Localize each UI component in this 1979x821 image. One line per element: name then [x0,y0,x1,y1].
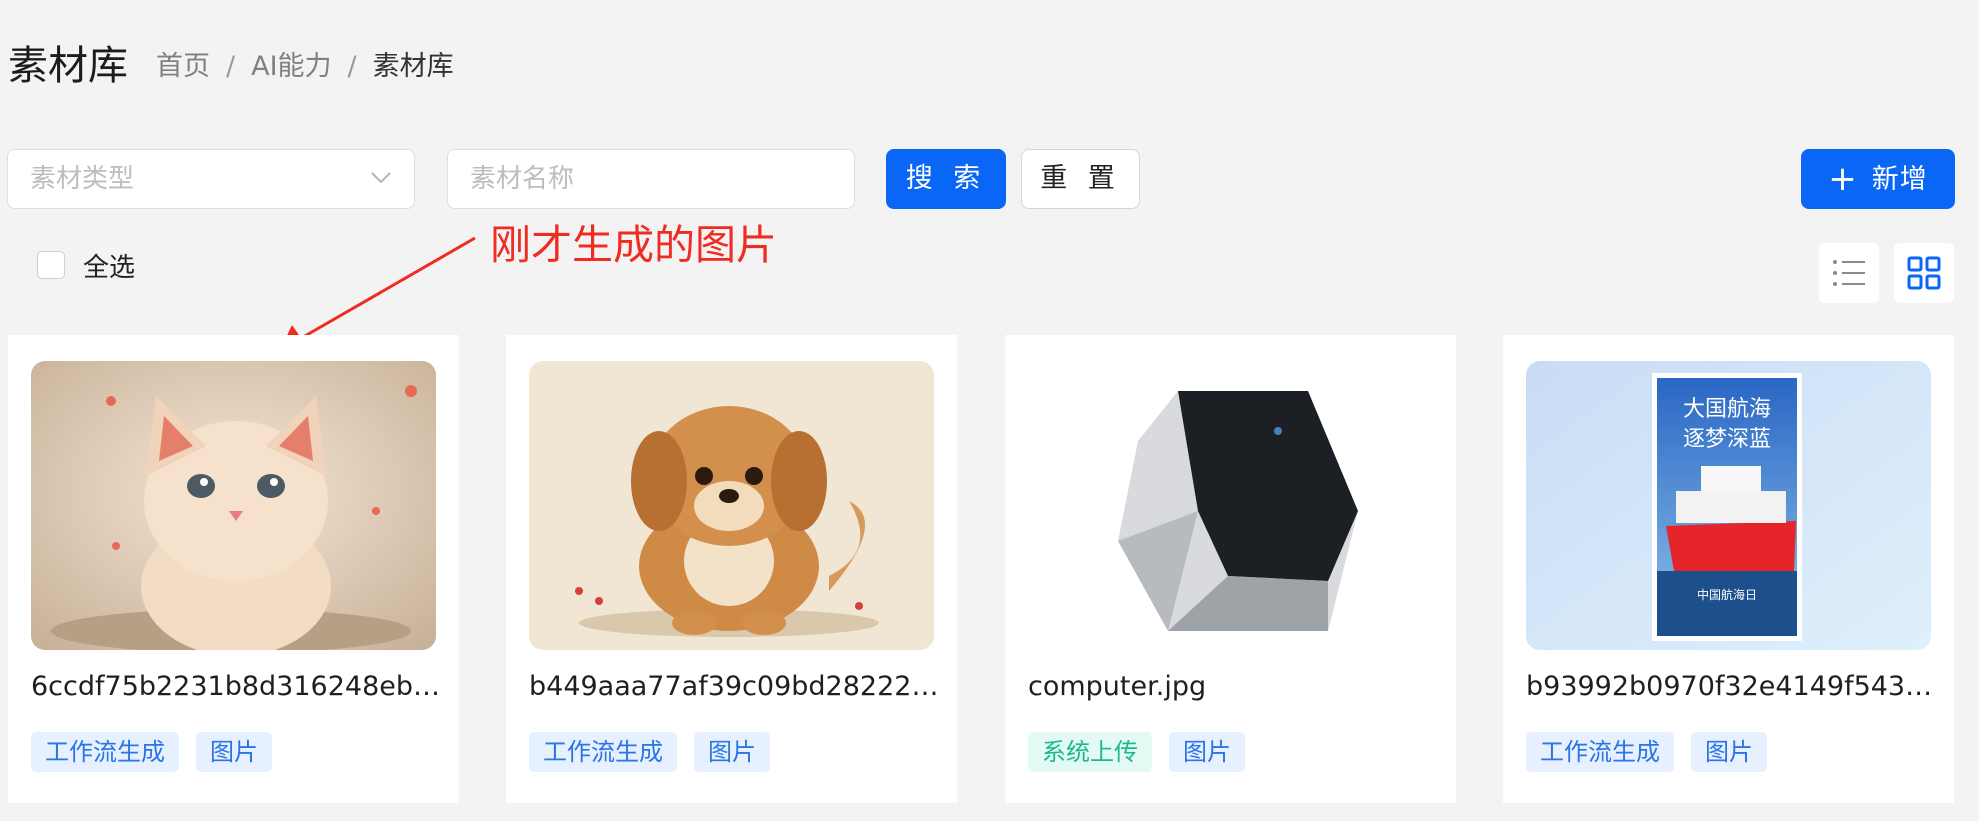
computer-image[interactable] [1028,361,1433,650]
poster-footer: 中国航海日 [1697,587,1757,602]
chevron-down-icon [371,172,391,184]
select-all-label: 全选 [83,252,136,283]
type-tag: 图片 [694,732,770,772]
poster-title-line2: 逐梦深蓝 [1683,427,1771,452]
ship-poster-image[interactable]: 大国航海 逐梦深蓝 中国航海日 [1526,361,1931,650]
breadcrumb-home[interactable]: 首页 [156,51,210,82]
add-button[interactable]: + 新增 [1801,149,1955,209]
type-tag: 图片 [1691,732,1767,772]
breadcrumb-separator: / [226,51,236,82]
add-button-label: 新增 [1871,164,1928,195]
search-button[interactable]: 搜 索 [886,149,1006,209]
annotation-text: 刚才生成的图片 [490,221,777,269]
material-card[interactable]: 6ccdf75b2231b8d316248ebe59... 工作流生成 图片 [8,335,459,803]
select-all-checkbox[interactable] [37,251,65,279]
page-title: 素材库 [8,43,128,89]
source-tag: 工作流生成 [31,732,179,772]
kitten-image[interactable] [31,361,436,650]
breadcrumb-ai[interactable]: AI能力 [251,51,331,82]
source-tag: 工作流生成 [529,732,677,772]
material-type-select[interactable]: 素材类型 [7,149,415,209]
material-name: computer.jpg [1028,671,1207,702]
material-card[interactable]: b449aaa77af39c09bd28222a4b... 工作流生成 图片 [506,335,957,803]
list-view-icon [1833,260,1865,286]
breadcrumb-current: 素材库 [372,51,454,82]
material-name: b449aaa77af39c09bd28222a4b... [529,671,939,702]
poster-title-line1: 大国航海 [1683,397,1771,422]
list-view-button[interactable] [1819,243,1879,303]
material-name-input[interactable]: 素材名称 [447,149,855,209]
breadcrumb: 首页 / AI能力 / 素材库 [156,50,454,84]
material-name: 6ccdf75b2231b8d316248ebe59... [31,671,441,702]
type-tag: 图片 [196,732,272,772]
source-tag: 工作流生成 [1526,732,1674,772]
material-card[interactable]: 大国航海 逐梦深蓝 中国航海日 b93992b0970f32e4149f5434… [1503,335,1954,803]
puppy-image[interactable] [529,361,934,650]
grid-view-button[interactable] [1894,243,1954,303]
select-all[interactable]: 全选 [37,249,136,283]
type-tag: 图片 [1169,732,1245,772]
source-tag: 系统上传 [1028,732,1152,772]
material-card[interactable]: computer.jpg 系统上传 图片 [1005,335,1456,803]
grid-view-icon [1907,256,1941,290]
breadcrumb-separator: / [347,51,357,82]
material-name: b93992b0970f32e4149f543466... [1526,671,1936,702]
material-name-placeholder: 素材名称 [470,164,575,194]
material-type-placeholder: 素材类型 [30,164,135,194]
plus-icon: + [1828,159,1858,199]
reset-button[interactable]: 重 置 [1021,149,1140,209]
